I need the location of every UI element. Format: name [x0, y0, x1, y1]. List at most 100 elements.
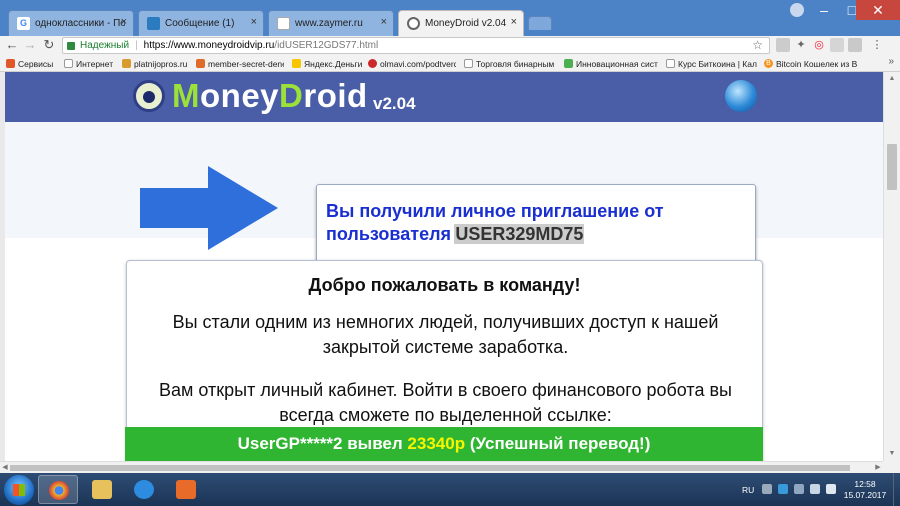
- user-profile-icon[interactable]: [790, 3, 804, 17]
- url-path: /idUSER12GDS77.html: [274, 40, 379, 51]
- bookmark-item[interactable]: Сервисы: [6, 57, 58, 70]
- extension-icon[interactable]: [776, 38, 790, 52]
- bookmarks-bar: Сервисы Интернет platnijopros.ru member-…: [0, 55, 900, 72]
- back-arrow-icon[interactable]: ←: [4, 37, 20, 53]
- tab-message[interactable]: Сообщение (1) ×: [138, 10, 264, 36]
- bookmark-item[interactable]: Яндекс.Деньги: [292, 57, 362, 70]
- target-icon[interactable]: ◎: [812, 38, 826, 52]
- divider: |: [135, 40, 138, 51]
- welcome-title: Добро пожаловать в команду!: [308, 275, 581, 295]
- extension-icon[interactable]: [848, 38, 862, 52]
- moneydroid-icon: [407, 17, 420, 30]
- close-icon[interactable]: ×: [121, 16, 127, 28]
- invite-section: Вы получили личное приглашение от пользо…: [5, 122, 883, 268]
- bookmark-label: Курс Биткоина | Кал: [678, 58, 757, 69]
- yandex-icon: [292, 59, 301, 68]
- bookmark-label: Яндекс.Деньги: [304, 58, 362, 69]
- bookmark-label: member-secret-dene: [208, 58, 284, 69]
- close-window-button[interactable]: ✕: [856, 0, 900, 20]
- close-icon[interactable]: ×: [381, 16, 387, 28]
- logo-version: v2.04: [373, 94, 416, 113]
- scroll-down-arrow-icon[interactable]: ▼: [884, 447, 900, 461]
- tab-label: www.zaymer.ru: [295, 18, 363, 29]
- bookmark-item[interactable]: platnijopros.ru: [122, 57, 192, 70]
- reload-icon[interactable]: ↻: [41, 37, 57, 53]
- volume-icon[interactable]: [826, 484, 836, 494]
- bookmark-item[interactable]: olmavi.com/podtverd: [368, 57, 456, 70]
- url-host: https://www.moneydroidvip.ru: [143, 40, 275, 51]
- welcome-paragraph: Вы стали одним из немногих людей, получи…: [172, 312, 719, 357]
- site-logo[interactable]: MoneyDroid: [172, 78, 368, 114]
- start-button[interactable]: [4, 475, 34, 505]
- bookmark-label: Сервисы: [18, 58, 54, 69]
- tab-label: Сообщение (1): [165, 18, 235, 29]
- action-center-icon[interactable]: [794, 484, 804, 494]
- tab-moneydroid[interactable]: MoneyDroid v2.04 ×: [398, 10, 524, 36]
- google-icon: G: [17, 17, 30, 30]
- apps-icon: [6, 59, 15, 68]
- secure-label: Надежный: [80, 40, 130, 51]
- bookmark-item[interactable]: Интернет: [64, 57, 116, 70]
- site-header: MoneyDroid v2.04: [5, 72, 883, 122]
- welcome-paragraph: Вам открыт личный кабинет. Войти в своег…: [159, 380, 732, 425]
- monitor-icon[interactable]: [810, 484, 820, 494]
- bookmark-item[interactable]: Курс Биткоина | Кал: [666, 57, 758, 70]
- chrome-icon: [49, 481, 69, 500]
- windows-taskbar: RU 12:58 15.07.2017: [0, 473, 900, 506]
- close-icon[interactable]: ×: [251, 16, 257, 28]
- scroll-up-arrow-icon[interactable]: ▲: [884, 72, 900, 86]
- taskbar-explorer[interactable]: [82, 475, 122, 504]
- bookmarks-overflow-chevron-icon[interactable]: »: [888, 56, 894, 67]
- puzzle-icon[interactable]: ✦: [794, 38, 808, 52]
- page-icon: [277, 17, 290, 30]
- show-desktop-button[interactable]: [893, 473, 900, 506]
- media-player-icon: [176, 480, 196, 499]
- clock-date: 15.07.2017: [843, 490, 887, 500]
- page-icon: [464, 59, 473, 68]
- tab-zaymer[interactable]: www.zaymer.ru ×: [268, 10, 394, 36]
- bookmark-label: Интернет: [76, 58, 114, 69]
- clock[interactable]: 12:58 15.07.2017: [842, 479, 888, 501]
- network-icon[interactable]: [778, 484, 788, 494]
- bookmark-item[interactable]: B Bitcoin Кошелек из В: [764, 57, 874, 70]
- arrow-right-icon: [140, 166, 278, 250]
- tab-odnoklassniki[interactable]: G одноклассники - Поиск ×: [8, 10, 134, 36]
- close-icon[interactable]: ×: [511, 16, 517, 28]
- invite-card: Вы получили личное приглашение от пользо…: [316, 184, 756, 268]
- tab-label: MoneyDroid v2.04: [425, 18, 507, 29]
- forward-arrow-icon[interactable]: →: [22, 37, 38, 53]
- scrollbar-corner: [883, 461, 900, 473]
- vertical-scrollbar[interactable]: ▲ ▼: [883, 72, 900, 461]
- scrollbar-thumb[interactable]: [10, 465, 850, 471]
- bookmark-item[interactable]: member-secret-dene: [196, 57, 284, 70]
- address-bar[interactable]: Надежный | https://www.moneydroidvip.ru /…: [62, 37, 770, 54]
- bitcoin-icon: B: [764, 59, 773, 68]
- explorer-folder-icon: [92, 480, 112, 499]
- taskbar-chrome[interactable]: [38, 475, 78, 504]
- page-icon: [64, 59, 73, 68]
- windows-logo-icon: [13, 484, 25, 496]
- language-indicator[interactable]: RU: [742, 485, 754, 495]
- taskbar-media-player[interactable]: [166, 475, 206, 504]
- clock-time: 12:58: [854, 479, 876, 489]
- scrollbar-thumb[interactable]: [887, 144, 897, 190]
- site-icon: [368, 59, 377, 68]
- moneydroid-eye-icon: [133, 80, 165, 112]
- tray-expand-icon[interactable]: [762, 484, 772, 494]
- minimize-button[interactable]: –: [810, 0, 838, 20]
- new-tab-button[interactable]: [528, 16, 552, 30]
- horizontal-scrollbar[interactable]: ◀ ▶: [0, 461, 883, 473]
- bookmark-label: platnijopros.ru: [134, 58, 188, 69]
- extension-icon[interactable]: [830, 38, 844, 52]
- bookmark-item[interactable]: Инновационная сист: [564, 57, 658, 70]
- leaf-icon: [564, 59, 573, 68]
- mail-icon: [147, 17, 160, 30]
- lock-icon: [67, 41, 75, 50]
- taskbar-internet-explorer[interactable]: [124, 475, 164, 504]
- bookmark-star-icon[interactable]: ☆: [752, 38, 763, 52]
- bookmark-item[interactable]: Торговля бинарным: [464, 57, 556, 70]
- menu-dots-icon[interactable]: ⋮: [870, 38, 884, 52]
- browser-toolbar: ← → ↻ Надежный | https://www.moneydroidv…: [0, 36, 900, 55]
- browser-tab-strip: G одноклассники - Поиск × Сообщение (1) …: [0, 0, 900, 36]
- banner-user: UserGP*****2 вывел: [237, 434, 403, 453]
